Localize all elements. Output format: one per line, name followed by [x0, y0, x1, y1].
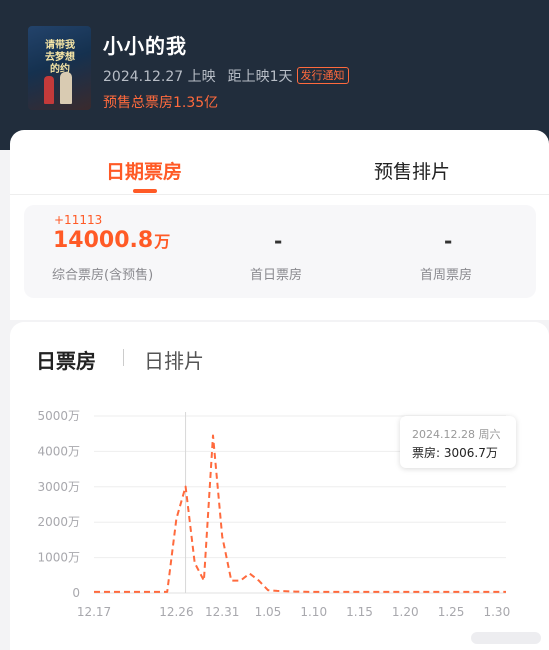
tab-daily-box-office[interactable]: 日票房	[36, 345, 96, 374]
y-tick-label: 4000万	[37, 444, 80, 458]
total-box-office-unit: 万	[154, 232, 171, 251]
presale-total: 预售总票房1.35亿	[103, 95, 219, 111]
x-tick-label: 1.10	[300, 605, 327, 619]
y-tick-label: 1000万	[37, 551, 80, 565]
tab-daily-schedule[interactable]: 日排片	[144, 345, 204, 374]
movie-poster[interactable]: 请带我 去梦想 的约	[28, 26, 91, 110]
release-date: 2024.12.27 上映	[103, 69, 216, 85]
first-week-value: -	[444, 229, 453, 253]
x-tick-label: 12.17	[77, 605, 111, 619]
y-tick-label: 5000万	[37, 409, 80, 423]
y-tick-label: 0	[72, 586, 80, 600]
x-tick-label: 1.25	[438, 605, 465, 619]
y-tick-label: 2000万	[37, 515, 80, 529]
x-tick-label: 12.31	[205, 605, 239, 619]
release-info: 2024.12.27 上映 距上映1天 发行通知	[103, 66, 349, 86]
y-tick-label: 3000万	[37, 480, 80, 494]
divider	[10, 194, 549, 195]
x-tick-label: 1.30	[483, 605, 510, 619]
total-box-office: 14000.8万	[53, 228, 170, 253]
x-tick-label: 12.26	[159, 605, 193, 619]
active-tab-indicator	[133, 189, 157, 193]
x-tick-label: 1.05	[255, 605, 282, 619]
watermark	[471, 632, 541, 644]
tab-separator	[123, 349, 124, 366]
tooltip-value: 票房: 3006.7万	[412, 446, 498, 460]
box-office-delta: +11113	[54, 213, 103, 227]
total-box-office-label: 综合票房(含预售)	[52, 268, 154, 283]
poster-title-art: 请带我 去梦想 的约	[45, 40, 75, 75]
x-tick-label: 1.15	[346, 605, 373, 619]
first-day-value: -	[274, 229, 283, 253]
first-week-label: 首周票房	[420, 268, 473, 283]
tab-date-box-office[interactable]: 日期票房	[106, 157, 182, 184]
tooltip-date: 2024.12.28 周六	[412, 428, 501, 441]
poster-figure	[44, 76, 54, 104]
total-box-office-number: 14000.8	[53, 228, 154, 253]
x-tick-label: 1.20	[392, 605, 419, 619]
movie-title: 小小的我	[103, 34, 187, 58]
first-day-label: 首日票房	[250, 268, 303, 283]
tab-presale-schedule[interactable]: 预售排片	[374, 157, 450, 184]
release-countdown: 距上映1天	[227, 69, 293, 85]
poster-figure	[60, 72, 72, 104]
release-notice-badge[interactable]: 发行通知	[296, 67, 349, 84]
